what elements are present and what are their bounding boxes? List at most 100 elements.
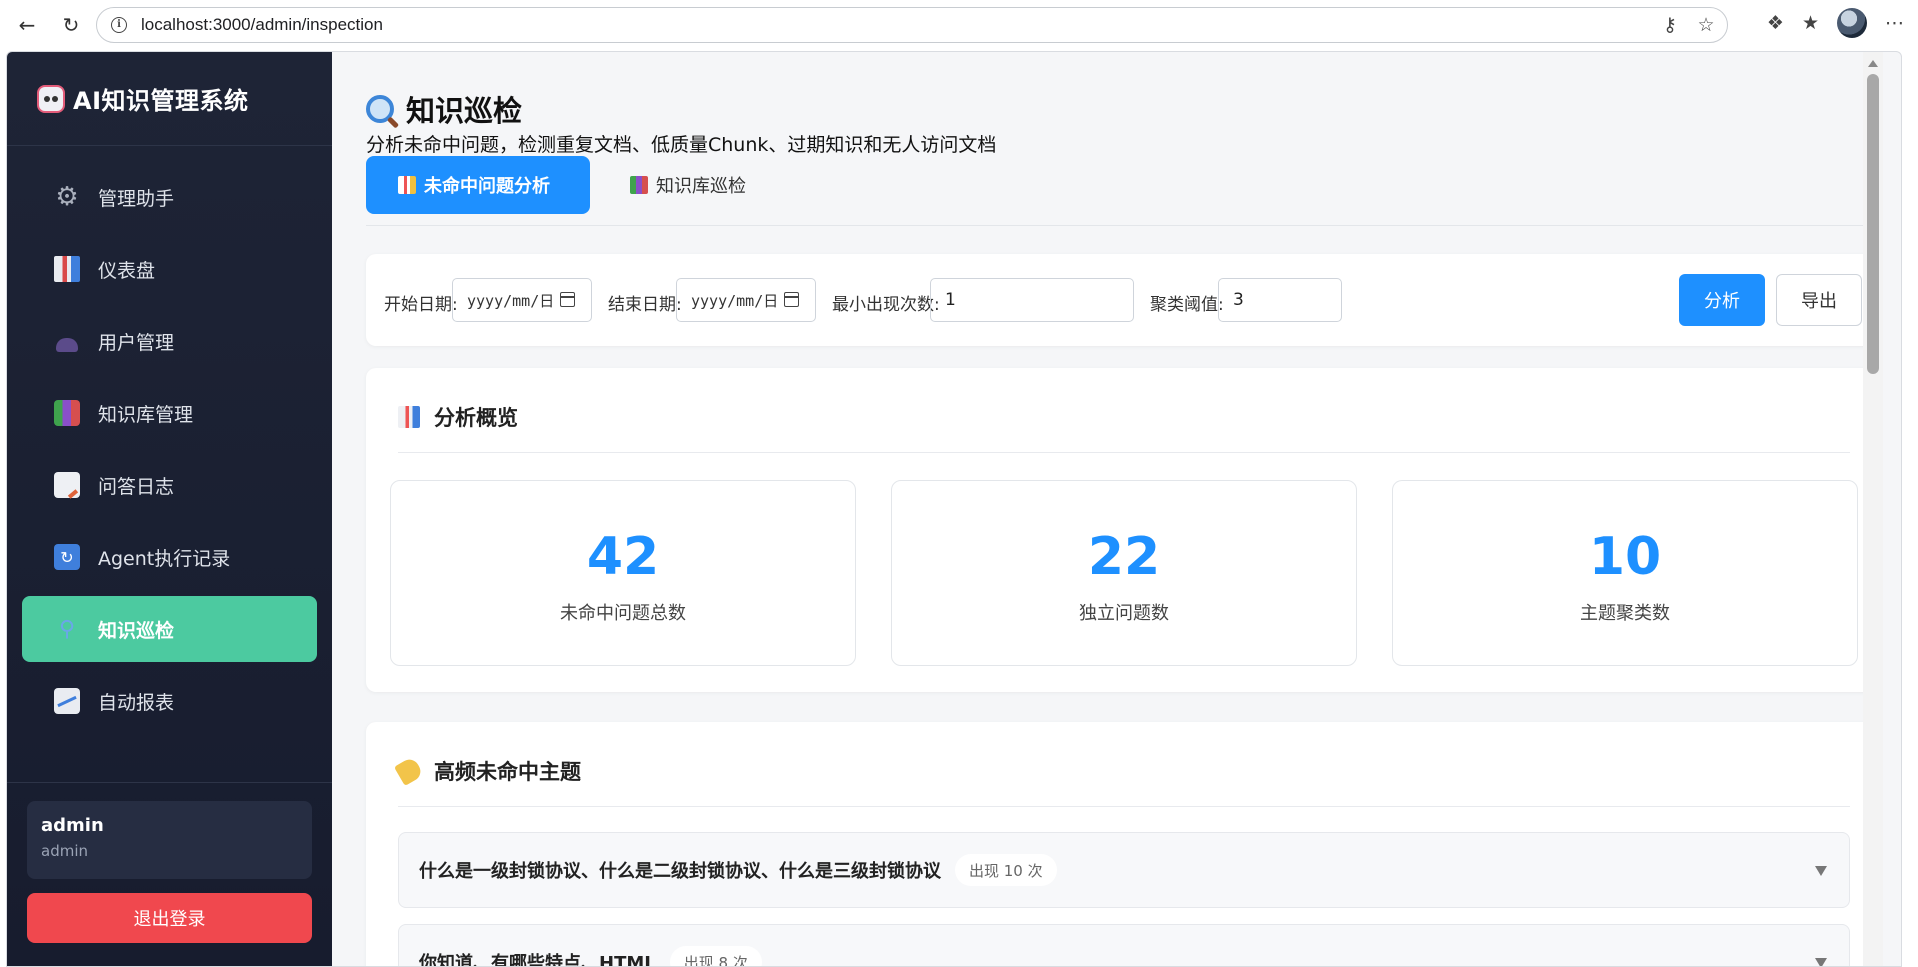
- sidebar-item-reports[interactable]: 自动报表: [22, 668, 317, 734]
- key-icon[interactable]: ⚷: [1659, 14, 1681, 36]
- calendar-icon[interactable]: [560, 292, 575, 307]
- address-bar[interactable]: i localhost:3000/admin/inspection ⚷ ☆: [96, 7, 1728, 43]
- bar-chart-icon: [398, 176, 416, 194]
- divider: [398, 452, 1850, 453]
- favorites-icon[interactable]: ★: [1802, 12, 1819, 34]
- topics-title: 高频未命中主题: [434, 760, 581, 784]
- user-role: admin: [41, 842, 88, 860]
- topic-text: 什么是一级封锁协议、什么是二级封锁协议、什么是三级封锁协议: [419, 861, 941, 882]
- logout-button[interactable]: 退出登录: [27, 893, 312, 943]
- sidebar-item-label: 自动报表: [98, 691, 175, 714]
- robot-icon: [37, 84, 65, 113]
- filter-panel: 开始日期: yyyy/mm/日 结束日期: yyyy/mm/日 最小出现次数: …: [366, 254, 1882, 346]
- reload-icon[interactable]: ↻: [54, 8, 88, 42]
- tab-label: 未命中问题分析: [424, 176, 550, 197]
- min-count-input[interactable]: 1: [930, 278, 1134, 322]
- user-name: admin: [41, 815, 104, 836]
- overview-header: 分析概览: [398, 402, 518, 432]
- start-date-label: 开始日期:: [384, 295, 458, 315]
- sidebar-item-inspection[interactable]: ⚲ 知识巡检: [22, 596, 317, 662]
- divider: [398, 806, 1850, 807]
- main-content: 知识巡检 分析未命中问题，检测重复文档、低质量Chunk、过期知识和无人访问文档…: [332, 52, 1883, 967]
- chart-up-icon: [54, 688, 80, 714]
- page-title: 知识巡检: [406, 94, 523, 128]
- count-badge: 出现 8 次: [669, 946, 762, 966]
- stat-value: 22: [1087, 527, 1161, 587]
- url-text[interactable]: localhost:3000/admin/inspection: [141, 15, 383, 35]
- stat-topic-clusters: 10 主题聚类数: [1392, 480, 1858, 666]
- extensions-icon[interactable]: ❖: [1767, 12, 1784, 34]
- sidebar-item-label: 知识库管理: [98, 403, 194, 426]
- sidebar-item-label: Agent执行记录: [98, 547, 231, 570]
- sidebar-item-assistant[interactable]: ⚙ 管理助手: [22, 164, 317, 230]
- export-button[interactable]: 导出: [1776, 274, 1862, 326]
- sidebar-item-knowledge-base[interactable]: 知识库管理: [22, 380, 317, 446]
- brand: AI知识管理系统: [7, 52, 332, 146]
- sidebar-item-agent-records[interactable]: ↻ Agent执行记录: [22, 524, 317, 590]
- start-date-placeholder: yyyy/mm/日: [467, 291, 555, 310]
- sidebar-item-label: 用户管理: [98, 331, 175, 354]
- calendar-icon[interactable]: [784, 292, 799, 307]
- chevron-down-icon[interactable]: [1815, 958, 1827, 966]
- star-icon[interactable]: ☆: [1695, 14, 1717, 36]
- back-arrow-icon[interactable]: ←: [10, 8, 44, 42]
- sidebar-item-dashboard[interactable]: 仪表盘: [22, 236, 317, 302]
- tab-miss-analysis[interactable]: 未命中问题分析: [366, 156, 590, 214]
- stat-total-misses: 42 未命中问题总数: [390, 480, 856, 666]
- sidebar-footer: admin admin 退出登录: [7, 782, 332, 966]
- books-icon: [54, 400, 80, 426]
- scrollbar-thumb[interactable]: [1867, 74, 1879, 374]
- user-card: admin admin: [27, 801, 312, 879]
- sidebar-item-label: 管理助手: [98, 187, 175, 210]
- stat-label: 未命中问题总数: [560, 603, 686, 624]
- brand-title: AI知识管理系统: [73, 87, 249, 115]
- magnifier-icon: [366, 95, 394, 123]
- threshold-input[interactable]: 3: [1218, 278, 1342, 322]
- browser-toolbar: ← ↻ i localhost:3000/admin/inspection ⚷ …: [0, 0, 1918, 50]
- sidebar: AI知识管理系统 ⚙ 管理助手 仪表盘 用户管理 知识库管理 问答日志 ↻ Ag…: [7, 52, 332, 966]
- memo-icon: [54, 472, 80, 498]
- bar-chart-icon: [54, 256, 80, 282]
- stat-label: 主题聚类数: [1580, 603, 1670, 624]
- tab-kb-inspection[interactable]: 知识库巡检: [598, 156, 778, 214]
- page-subtitle: 分析未命中问题，检测重复文档、低质量Chunk、过期知识和无人访问文档: [366, 134, 997, 156]
- tab-label: 知识库巡检: [656, 176, 746, 197]
- gear-icon: ⚙: [55, 182, 79, 212]
- topics-header: 高频未命中主题: [393, 755, 581, 787]
- analyze-button[interactable]: 分析: [1679, 274, 1765, 326]
- books-icon: [630, 176, 648, 194]
- users-icon: [54, 328, 80, 354]
- stat-unique-questions: 22 独立问题数: [891, 480, 1357, 666]
- more-icon[interactable]: ⋯: [1885, 12, 1904, 34]
- topic-item[interactable]: 什么是一级封锁协议、什么是二级封锁协议、什么是三级封锁协议 出现 10 次: [398, 832, 1850, 908]
- tag-icon: [393, 755, 425, 787]
- bar-chart-icon: [398, 406, 420, 428]
- count-badge: 出现 10 次: [955, 854, 1057, 886]
- sidebar-item-label: 仪表盘: [98, 259, 156, 282]
- stat-value: 10: [1588, 527, 1662, 587]
- sidebar-item-users[interactable]: 用户管理: [22, 308, 317, 374]
- chevron-down-icon[interactable]: [1815, 866, 1827, 876]
- start-date-input[interactable]: yyyy/mm/日: [452, 278, 592, 322]
- sync-icon: ↻: [54, 544, 80, 570]
- sidebar-item-qa-logs[interactable]: 问答日志: [22, 452, 317, 518]
- topics-panel: 高频未命中主题 什么是一级封锁协议、什么是二级封锁协议、什么是三级封锁协议 出现…: [366, 722, 1882, 967]
- profile-avatar[interactable]: [1837, 8, 1867, 38]
- stat-label: 独立问题数: [1079, 603, 1169, 624]
- scroll-up-icon[interactable]: [1868, 60, 1878, 67]
- sidebar-menu: ⚙ 管理助手 仪表盘 用户管理 知识库管理 问答日志 ↻ Agent执行记录 ⚲…: [7, 146, 332, 734]
- info-icon[interactable]: i: [111, 17, 127, 33]
- page-header: 知识巡检: [366, 88, 522, 130]
- topic-text: 你知道、有哪些特点、HTML: [419, 953, 656, 967]
- overview-panel: 分析概览 42 未命中问题总数 22 独立问题数 10 主题聚类数: [366, 368, 1882, 692]
- end-date-input[interactable]: yyyy/mm/日: [676, 278, 816, 322]
- overview-title: 分析概览: [434, 406, 518, 430]
- search-icon: ⚲: [58, 616, 76, 642]
- sidebar-item-label: 知识巡检: [98, 619, 175, 642]
- end-date-placeholder: yyyy/mm/日: [691, 291, 779, 310]
- scrollbar[interactable]: [1863, 52, 1883, 966]
- stat-value: 42: [586, 527, 660, 587]
- min-count-label: 最小出现次数:: [832, 295, 940, 315]
- topic-item[interactable]: 你知道、有哪些特点、HTML 出现 8 次: [398, 924, 1850, 967]
- threshold-label: 聚类阈值:: [1150, 295, 1224, 315]
